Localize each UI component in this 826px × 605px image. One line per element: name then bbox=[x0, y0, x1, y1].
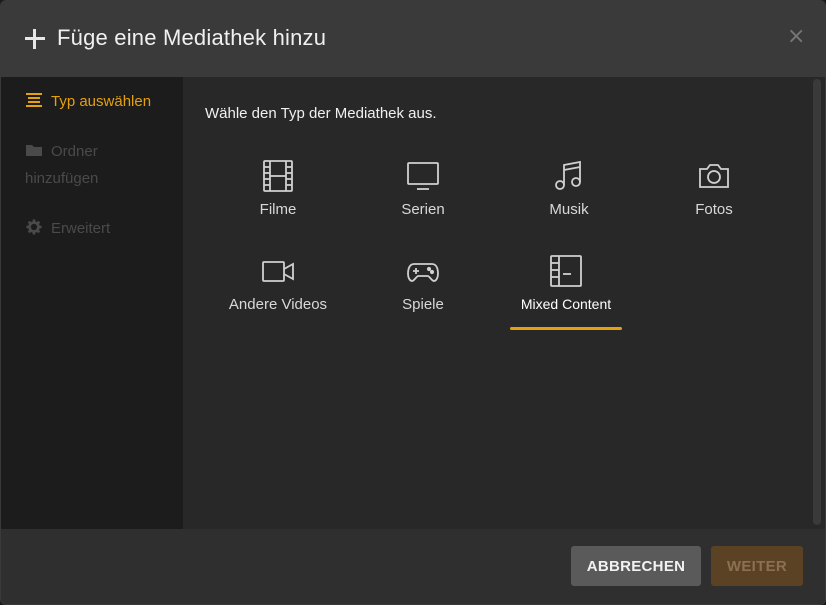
gamepad-icon bbox=[407, 263, 439, 282]
video-camera-icon bbox=[262, 261, 294, 282]
type-label: Serien bbox=[401, 201, 445, 218]
folder-icon bbox=[26, 145, 42, 156]
type-label: Mixed Content bbox=[520, 296, 612, 312]
type-label: Filme bbox=[259, 201, 297, 218]
music-note-icon bbox=[555, 160, 581, 190]
list-icon bbox=[26, 93, 42, 107]
type-label: Fotos bbox=[695, 201, 733, 218]
type-option-other-videos[interactable]: Andere Videos bbox=[218, 254, 338, 313]
sidebar-item-select-type[interactable]: Typ auswählen bbox=[25, 88, 151, 115]
add-library-dialog: Füge eine Mediathek hinzu × Typ auswähle… bbox=[0, 0, 826, 605]
next-button[interactable]: WEITER bbox=[711, 546, 803, 586]
type-label: Spiele bbox=[402, 296, 444, 313]
dialog-title: Füge eine Mediathek hinzu bbox=[57, 25, 327, 50]
type-label: Musik bbox=[549, 201, 589, 218]
sidebar-item-add-folder: Ordner hinzufügen bbox=[25, 138, 165, 192]
sidebar-item-label: Typ auswählen bbox=[51, 93, 152, 110]
tv-icon bbox=[407, 162, 439, 190]
sidebar: Typ auswählen Ordner hinzufügen Erweiter… bbox=[1, 77, 183, 529]
gear-icon bbox=[26, 219, 42, 235]
type-label: Andere Videos bbox=[228, 296, 328, 313]
type-option-music[interactable]: Musik bbox=[509, 159, 629, 218]
selection-underline bbox=[510, 327, 622, 330]
sidebar-item-label: Erweitert bbox=[51, 220, 111, 237]
dialog-footer: ABBRECHEN WEITER bbox=[1, 529, 825, 604]
scrollbar[interactable] bbox=[813, 79, 821, 525]
dialog-header: Füge eine Mediathek hinzu × bbox=[1, 1, 825, 77]
type-option-games[interactable]: Spiele bbox=[363, 254, 483, 313]
cancel-button[interactable]: ABBRECHEN bbox=[571, 546, 701, 586]
type-option-movies[interactable]: Filme bbox=[218, 159, 338, 218]
type-option-mixed-content[interactable]: Mixed Content bbox=[506, 254, 626, 312]
type-option-photos[interactable]: Fotos bbox=[654, 159, 774, 218]
type-option-shows[interactable]: Serien bbox=[363, 159, 483, 218]
type-prompt: Wähle den Typ der Mediathek aus. bbox=[205, 105, 437, 122]
main-content: Wähle den Typ der Mediathek aus. Filme S… bbox=[183, 77, 813, 529]
sidebar-item-advanced: Erweitert bbox=[25, 215, 110, 242]
camera-icon bbox=[699, 164, 729, 188]
close-button[interactable]: × bbox=[787, 26, 805, 48]
mixed-content-icon bbox=[550, 255, 582, 287]
film-icon bbox=[263, 160, 293, 192]
plus-icon bbox=[25, 29, 45, 49]
